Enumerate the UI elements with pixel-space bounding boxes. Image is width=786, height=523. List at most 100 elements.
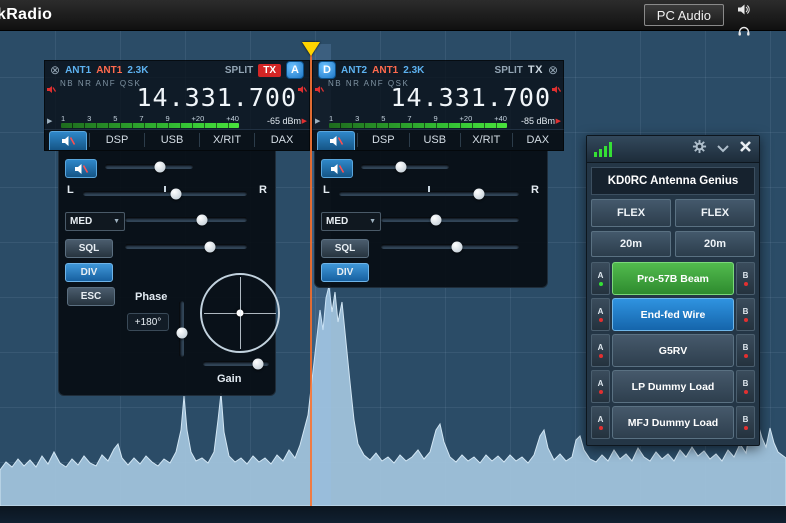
tab-audio[interactable] bbox=[49, 131, 87, 150]
radio-a-button[interactable]: FLEX bbox=[591, 199, 671, 227]
pan-knob[interactable] bbox=[170, 188, 182, 199]
filter-width-label[interactable]: 2.3K bbox=[127, 65, 148, 76]
headphones-icon[interactable] bbox=[738, 23, 750, 41]
band-b-button[interactable]: 20m bbox=[675, 231, 755, 257]
pan-slider[interactable] bbox=[83, 186, 247, 199]
tx-antenna-label[interactable]: ANT1 bbox=[372, 65, 398, 76]
squelch-knob[interactable] bbox=[451, 241, 463, 252]
slice-a-badge[interactable]: A bbox=[286, 61, 304, 79]
volume-knob[interactable] bbox=[395, 161, 407, 172]
rx-mute-icon[interactable] bbox=[315, 85, 325, 97]
rx-antenna-label[interactable]: ANT1 bbox=[65, 65, 91, 76]
antenna-button[interactable]: G5RV bbox=[612, 334, 734, 367]
slice-panel-a: ⊗ ANT1 ANT1 2.3K SPLIT TX A ▶ NB NR ANF … bbox=[44, 60, 310, 396]
split-indicator[interactable]: SPLIT bbox=[495, 65, 523, 76]
agc-threshold-slider[interactable] bbox=[381, 214, 519, 225]
volume-slider[interactable] bbox=[361, 161, 449, 172]
slice-a-header: ⊗ ANT1 ANT1 2.3K SPLIT TX A ▶ NB NR ANF … bbox=[44, 60, 310, 129]
tab-audio[interactable] bbox=[317, 131, 355, 150]
port-b-indicator bbox=[743, 354, 748, 358]
tx-antenna-label[interactable]: ANT1 bbox=[96, 65, 122, 76]
antenna-button[interactable]: LP Dummy Load bbox=[612, 370, 734, 403]
squelch-slider[interactable] bbox=[381, 241, 519, 252]
port-b-select[interactable]: B bbox=[736, 262, 755, 295]
slice-a-audio-flyout: L R MED ▼ SQL DIV ESC Phase +180° Gain bbox=[58, 151, 280, 396]
phase-gain-scope[interactable] bbox=[200, 273, 280, 353]
agc-dropdown[interactable]: MED ▼ bbox=[65, 212, 125, 231]
rx-antenna-label[interactable]: ANT2 bbox=[341, 65, 367, 76]
port-b-select[interactable]: B bbox=[736, 298, 755, 331]
tab-xrit[interactable]: X/RIT bbox=[461, 130, 512, 150]
radio-b-button[interactable]: FLEX bbox=[675, 199, 755, 227]
collapse-chevron-icon[interactable] bbox=[716, 140, 730, 158]
esc-button[interactable]: ESC bbox=[67, 287, 115, 306]
tab-dax[interactable]: DAX bbox=[513, 130, 564, 150]
tab-xrit[interactable]: X/RIT bbox=[200, 130, 254, 150]
slice-d-tabs: DSP USB X/RIT DAX bbox=[312, 129, 564, 151]
tx-slice-marker-icon[interactable] bbox=[302, 42, 320, 56]
gain-knob[interactable] bbox=[252, 358, 264, 369]
agc-dropdown[interactable]: MED ▼ bbox=[321, 212, 381, 231]
port-a-select[interactable]: A bbox=[591, 334, 610, 367]
speaker-icon[interactable] bbox=[738, 2, 750, 20]
chevron-down-icon: ▼ bbox=[113, 218, 120, 225]
tx-mute-icon[interactable] bbox=[552, 85, 562, 97]
volume-slider[interactable] bbox=[105, 161, 193, 172]
frequency-display[interactable]: 14.331.700 bbox=[390, 83, 551, 112]
port-b-select[interactable]: B bbox=[736, 334, 755, 367]
phase-value-button[interactable]: +180° bbox=[127, 313, 169, 331]
tx-mute-icon[interactable] bbox=[298, 85, 308, 97]
squelch-button[interactable]: SQL bbox=[321, 239, 369, 258]
signal-level: -85 dBm bbox=[520, 116, 555, 126]
port-b-indicator bbox=[743, 426, 748, 430]
port-a-select[interactable]: A bbox=[591, 262, 610, 295]
diversity-button[interactable]: DIV bbox=[65, 263, 113, 282]
close-slice-icon[interactable]: ⊗ bbox=[548, 64, 558, 76]
pan-slider[interactable] bbox=[339, 186, 519, 199]
tab-dax[interactable]: DAX bbox=[255, 130, 309, 150]
antenna-button[interactable]: End-fed Wire bbox=[612, 298, 734, 331]
tx-button[interactable]: TX bbox=[258, 63, 281, 77]
antenna-genius-title: KD0RC Antenna Genius bbox=[591, 167, 755, 195]
port-a-select[interactable]: A bbox=[591, 406, 610, 439]
phase-vertical-knob[interactable] bbox=[176, 327, 187, 339]
port-a-select[interactable]: A bbox=[591, 298, 610, 331]
phase-vertical-slider[interactable] bbox=[176, 301, 187, 357]
close-icon[interactable] bbox=[739, 140, 752, 158]
rx-mute-icon[interactable] bbox=[47, 85, 57, 97]
split-indicator[interactable]: SPLIT bbox=[225, 65, 253, 76]
tab-mode[interactable]: USB bbox=[410, 130, 461, 150]
filter-width-label[interactable]: 2.3K bbox=[403, 65, 424, 76]
tab-dsp[interactable]: DSP bbox=[358, 130, 409, 150]
app-title: kRadio bbox=[0, 6, 53, 23]
agc-knob[interactable] bbox=[196, 214, 208, 225]
antenna-button[interactable]: Pro-57B Beam bbox=[612, 262, 734, 295]
pc-audio-button[interactable]: PC Audio bbox=[643, 4, 724, 26]
slice-d-badge[interactable]: D bbox=[318, 61, 336, 79]
phase-point[interactable] bbox=[236, 309, 244, 317]
port-b-select[interactable]: B bbox=[736, 370, 755, 403]
gain-slider[interactable] bbox=[203, 358, 269, 369]
squelch-slider[interactable] bbox=[125, 241, 247, 252]
tab-mode[interactable]: USB bbox=[145, 130, 199, 150]
band-a-button[interactable]: 20m bbox=[591, 231, 671, 257]
port-a-select[interactable]: A bbox=[591, 370, 610, 403]
pan-knob[interactable] bbox=[473, 188, 485, 199]
squelch-knob[interactable] bbox=[204, 241, 216, 252]
antenna-row: A LP Dummy Load B bbox=[591, 370, 755, 403]
frequency-display[interactable]: 14.331.700 bbox=[136, 83, 297, 112]
antenna-button[interactable]: MFJ Dummy Load bbox=[612, 406, 734, 439]
tab-dsp[interactable]: DSP bbox=[90, 130, 144, 150]
agc-threshold-slider[interactable] bbox=[125, 214, 247, 225]
tx-button[interactable]: TX bbox=[528, 64, 543, 76]
diversity-button[interactable]: DIV bbox=[321, 263, 369, 282]
mute-button[interactable] bbox=[65, 159, 97, 178]
agc-knob[interactable] bbox=[430, 214, 442, 225]
squelch-button[interactable]: SQL bbox=[65, 239, 113, 258]
mute-button[interactable] bbox=[321, 159, 353, 178]
close-slice-icon[interactable]: ⊗ bbox=[50, 64, 60, 76]
gear-icon[interactable] bbox=[692, 139, 707, 159]
volume-knob[interactable] bbox=[154, 161, 166, 172]
port-b-select[interactable]: B bbox=[736, 406, 755, 439]
dsp-flags: NB NR ANF QSK bbox=[60, 79, 142, 88]
